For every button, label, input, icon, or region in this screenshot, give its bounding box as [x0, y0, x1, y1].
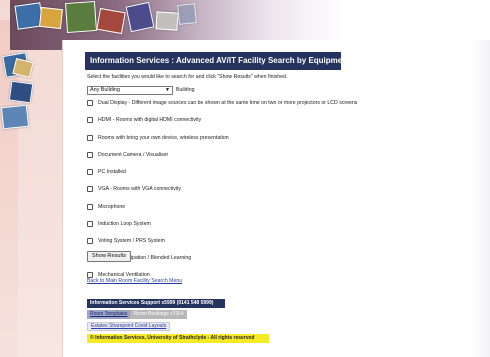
- facility-document-camera: Document Camera / Visualiser: [87, 151, 357, 160]
- chevron-down-icon: ▼: [165, 86, 170, 93]
- facility-checkbox[interactable]: [87, 186, 93, 193]
- facility-label: Rooms with bring your own device, wirele…: [98, 134, 229, 141]
- collage-photo: [96, 7, 126, 35]
- room-templates-link[interactable]: Room Templates: [87, 310, 131, 319]
- facility-induction-loop: Induction Loop System: [87, 220, 357, 229]
- copyright-notice: © Information Services, University of St…: [87, 334, 269, 343]
- facility-checkbox[interactable]: [87, 169, 93, 176]
- facility-voting-system: Voting System / PRS System: [87, 237, 357, 246]
- facility-checkbox[interactable]: [87, 100, 93, 107]
- collage-photo: [177, 3, 197, 25]
- support-banner: Information Services Support x5999 (0141…: [87, 299, 225, 308]
- facility-label: Document Camera / Visualiser: [98, 151, 169, 158]
- building-label: Building: [176, 87, 195, 93]
- facility-byod: Rooms with bring your own device, wirele…: [87, 133, 357, 142]
- building-select[interactable]: Any Building ▼: [87, 85, 173, 95]
- facility-label: Dual Display - Different image sources c…: [98, 100, 358, 107]
- room-bookings-label: Room Bookings: [133, 311, 169, 317]
- facility-label: HDMI - Rooms with digital HDMI connectiv…: [98, 117, 202, 124]
- facility-checkbox[interactable]: [87, 203, 93, 210]
- facility-dual-display: Dual Display - Different image sources c…: [87, 99, 357, 108]
- building-filter: Any Building ▼ Building: [87, 85, 194, 95]
- collage-photo: [64, 0, 98, 34]
- room-bookings-extension: x2964: [170, 311, 184, 317]
- facility-hdmi: HDMI - Rooms with digital HDMI connectiv…: [87, 116, 357, 125]
- facility-label: VGA - Rooms with VGA connectivity: [98, 186, 182, 193]
- collage-photo: [0, 104, 30, 130]
- room-bookings-item: Room Bookings x2964: [130, 310, 187, 319]
- main-content: Information Services : Advanced AV/IT Fa…: [62, 40, 490, 357]
- collage-photo: [155, 11, 179, 31]
- facility-checkbox[interactable]: [87, 134, 93, 141]
- collage-photo: [8, 80, 34, 104]
- show-results-button[interactable]: Show Results: [87, 251, 131, 262]
- facility-label: Microphone: [98, 203, 126, 210]
- facility-microphone: Microphone: [87, 202, 357, 211]
- facility-checkbox[interactable]: [87, 238, 93, 244]
- facility-checkbox[interactable]: [87, 220, 93, 227]
- facility-checkbox[interactable]: [87, 117, 93, 124]
- estates-sharepoint-link[interactable]: Estates Sharepoint Covid Layouts: [87, 322, 171, 331]
- building-select-value: Any Building: [90, 86, 120, 93]
- collage-photo: [125, 1, 155, 33]
- facility-label: Induction Loop System: [98, 220, 151, 227]
- collage-photo: [39, 6, 63, 30]
- facility-checkbox[interactable]: [87, 151, 93, 158]
- facility-label: Voting System / PRS System: [98, 238, 165, 244]
- facility-pc-installed: PC Installed: [87, 168, 357, 177]
- facility-vga: VGA - Rooms with VGA connectivity: [87, 185, 357, 194]
- page-title: Information Services : Advanced AV/IT Fa…: [85, 52, 350, 70]
- facility-label: PC Installed: [98, 169, 126, 176]
- footer-links: Room Templates Room Bookings x2964: [87, 310, 187, 319]
- instructions-text: Select the facilities you would like to …: [87, 74, 288, 80]
- back-to-main-menu-link[interactable]: Back to Main Room Facility Search Menu: [87, 278, 182, 284]
- right-edge-fade: [470, 40, 490, 357]
